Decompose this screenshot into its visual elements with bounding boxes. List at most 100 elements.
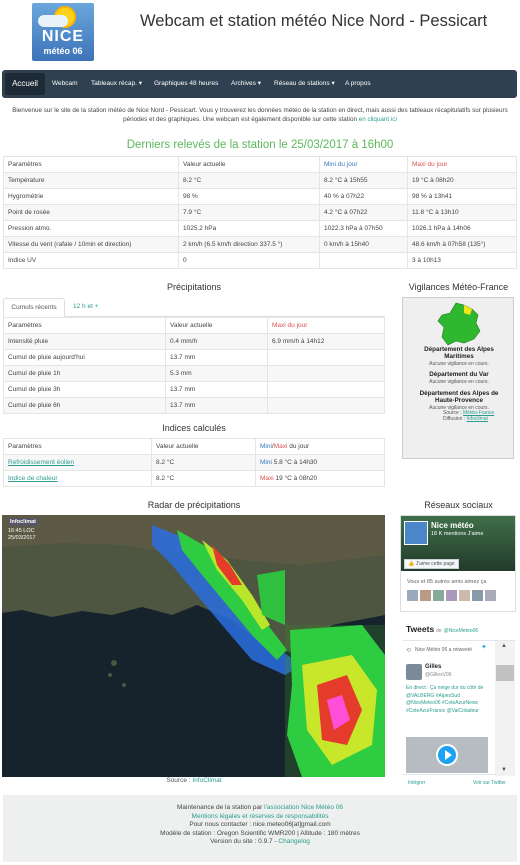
logo-sub: météo 06 [43,46,83,56]
cell: 8.2 °C [178,172,320,189]
cell: 98 % à 13h41 [407,188,517,205]
cell: Mini 5.8 °C à 14h30 [255,454,385,471]
avatar [420,590,431,601]
nav-graphiques[interactable]: Graphiques 48 heures [154,70,218,98]
vigilance-title: Vigilances Météo-France [408,282,509,292]
tw-media[interactable] [406,737,488,773]
infoclimat-source-link[interactable]: InfoClimat [192,777,221,784]
cell: 98 % [178,188,320,205]
twitter-widget[interactable]: Tweets de @NiceMeteo06 ⟲ Nice Météo 06 a… [403,622,516,794]
cell: 7.9 °C [178,204,320,221]
table-row: Indice UV 0 3 à 10h13 [3,252,517,269]
radar-map-icon [2,515,385,777]
vigilance-dept-name: Département des Alpes Maritimes [424,346,494,360]
twitter-bird-icon[interactable]: ✦ [481,643,487,651]
tw-retweet-note: Nice Météo 06 a retweeté [415,647,472,653]
refroidissement-link[interactable]: Refroidissement éolien [8,459,74,466]
table-row: Cumul de pluie 1h 5.3 mm [3,365,385,382]
tab-12h-plus[interactable]: 12 h et + [73,298,98,317]
cell: 8.2 °C [151,454,256,471]
cell: 13.7 mm [165,349,268,366]
tw-view-link[interactable]: Voir sur Twitter [473,780,506,786]
logo-brand: NICE [41,28,85,45]
cell: Point de rosée [3,204,179,221]
table-row: Point de rosée 7.9 °C 4.2 °C à 07h22 11.8 °… [3,204,517,221]
footer-maint: Maintenance de la station par [176,804,263,811]
table-row: Vitesse du vent (rafale / 10min et direc… [3,236,517,253]
radar-source-label: Source : [166,777,191,784]
radar-source: Source : InfoClimat [3,777,385,784]
cell: 5.3 mm [165,365,268,382]
cell: 8.2 °C à 15h55 [319,172,408,189]
cell: Cumul de pluie 6h [3,397,166,414]
fb-likes: 18 K mentions J'aime [431,531,484,537]
col-header-minmax: Mini/Maxi du jour [255,438,385,455]
facebook-widget[interactable]: Nice météo 18 K mentions J'aime 👍 J'aime… [400,515,516,612]
radar-title: Radar de précipitations [147,500,241,510]
scroll-up-icon[interactable]: ▲ [501,643,507,649]
col-header-min: Mini du jour [319,156,408,173]
nav-reseau-label: Réseau de stations [274,80,330,87]
max-tag: Maxi [260,475,274,482]
tw-handle-link[interactable]: @NiceMeteo06 [444,628,479,634]
tw-scrollbar[interactable]: ▲ ▼ [495,641,515,776]
footer: Maintenance de la station par l'associat… [3,795,517,862]
play-triangle [445,750,452,760]
caret-down-icon: ▾ [136,80,142,87]
changelog-link[interactable]: Changelog [278,838,309,845]
avatar [433,590,444,601]
tw-user-avatar [406,664,422,680]
precip-table: Paramètres Valeur actuelle Maxi du jour … [3,317,385,414]
tw-tweet-text: En direct : Ça neige dur du côté de @VAL… [406,685,484,714]
fb-like-button[interactable]: 👍 J'aime cette page [404,559,459,569]
col-header: Valeur actuelle [178,156,320,173]
cell: 8.2 °C [151,470,256,487]
cell: 1026.1 hPa à 14h06 [407,220,517,237]
france-map-icon [437,302,481,346]
intro-text: Bienvenue sur le site de la station mété… [4,106,516,124]
vigilance-widget[interactable]: Département des Alpes Maritimes Aucune v… [402,297,514,459]
precip-tabs: Cumuls récents 12 h et + [3,298,385,317]
cell: Température [3,172,179,189]
chaleur-link[interactable]: Indice de chaleur [8,475,58,482]
radar-image: Infoclimat 16:45 LOC 25/03/2017 [2,515,385,777]
nav-tableaux[interactable]: Tableaux récap. ▾ [91,70,142,98]
infoclimat-link[interactable]: Infoclimat [467,416,488,422]
table-row: Température 8.2 °C 8.2 °C à 15h55 19 °C à 0… [3,172,517,189]
webcam-link[interactable]: en cliquant ici [359,116,397,123]
cell: Vitesse du vent (rafale / 10min et direc… [3,236,179,253]
col-header: Valeur actuelle [151,438,256,455]
cell: 0.4 mm/h [165,333,268,350]
tw-user-name[interactable]: Gilles [425,664,441,670]
nav-reseau[interactable]: Réseau de stations ▾ [274,70,335,98]
scroll-down-icon[interactable]: ▼ [501,767,507,773]
tw-embed-link[interactable]: Intégrer [408,780,425,786]
retweet-icon: ⟲ [406,648,412,654]
max-label: Maxi [273,443,288,450]
mentions-link[interactable]: Mentions légales et réserves de responsa… [3,813,517,822]
releves-title: Derniers relevés de la station le 25/03/… [126,139,394,151]
fb-page-name[interactable]: Nice météo [431,521,474,530]
association-link[interactable]: l'association Nice Météo 06 [264,804,343,811]
tab-cumuls-recents[interactable]: Cumuls récents [3,298,65,317]
nav-webcam[interactable]: Webcam [52,70,78,98]
vigilance-dept-name: Département du Var [429,371,489,378]
tw-header: Tweets de @NiceMeteo06 [406,624,514,638]
scroll-thumb[interactable] [496,665,514,681]
min-tag: Mini [260,459,272,466]
nav-archives[interactable]: Archives ▾ [231,70,261,98]
nav-accueil[interactable]: Accueil [5,73,45,95]
vigilance-dept-status: Aucune vigilance en cours. [429,379,489,385]
table-row: Indice de chaleur 8.2 °C Maxi 19 °C à 08h2… [3,470,385,487]
indices-table: Paramètres Valeur actuelle Mini/Maxi du … [3,438,385,487]
site-logo[interactable]: NICE météo 06 [32,3,94,61]
tw-by: de [436,628,442,634]
precip-title: Précipitations [166,282,222,292]
avatar [446,590,457,601]
cell [319,252,408,269]
nav-apropos[interactable]: A propos [345,70,371,98]
col-header-max: Maxi du jour [267,317,385,334]
avatar [472,590,483,601]
table-row: Cumul de pluie 6h 13.7 mm [3,397,385,414]
col-header: Paramètres [3,317,166,334]
